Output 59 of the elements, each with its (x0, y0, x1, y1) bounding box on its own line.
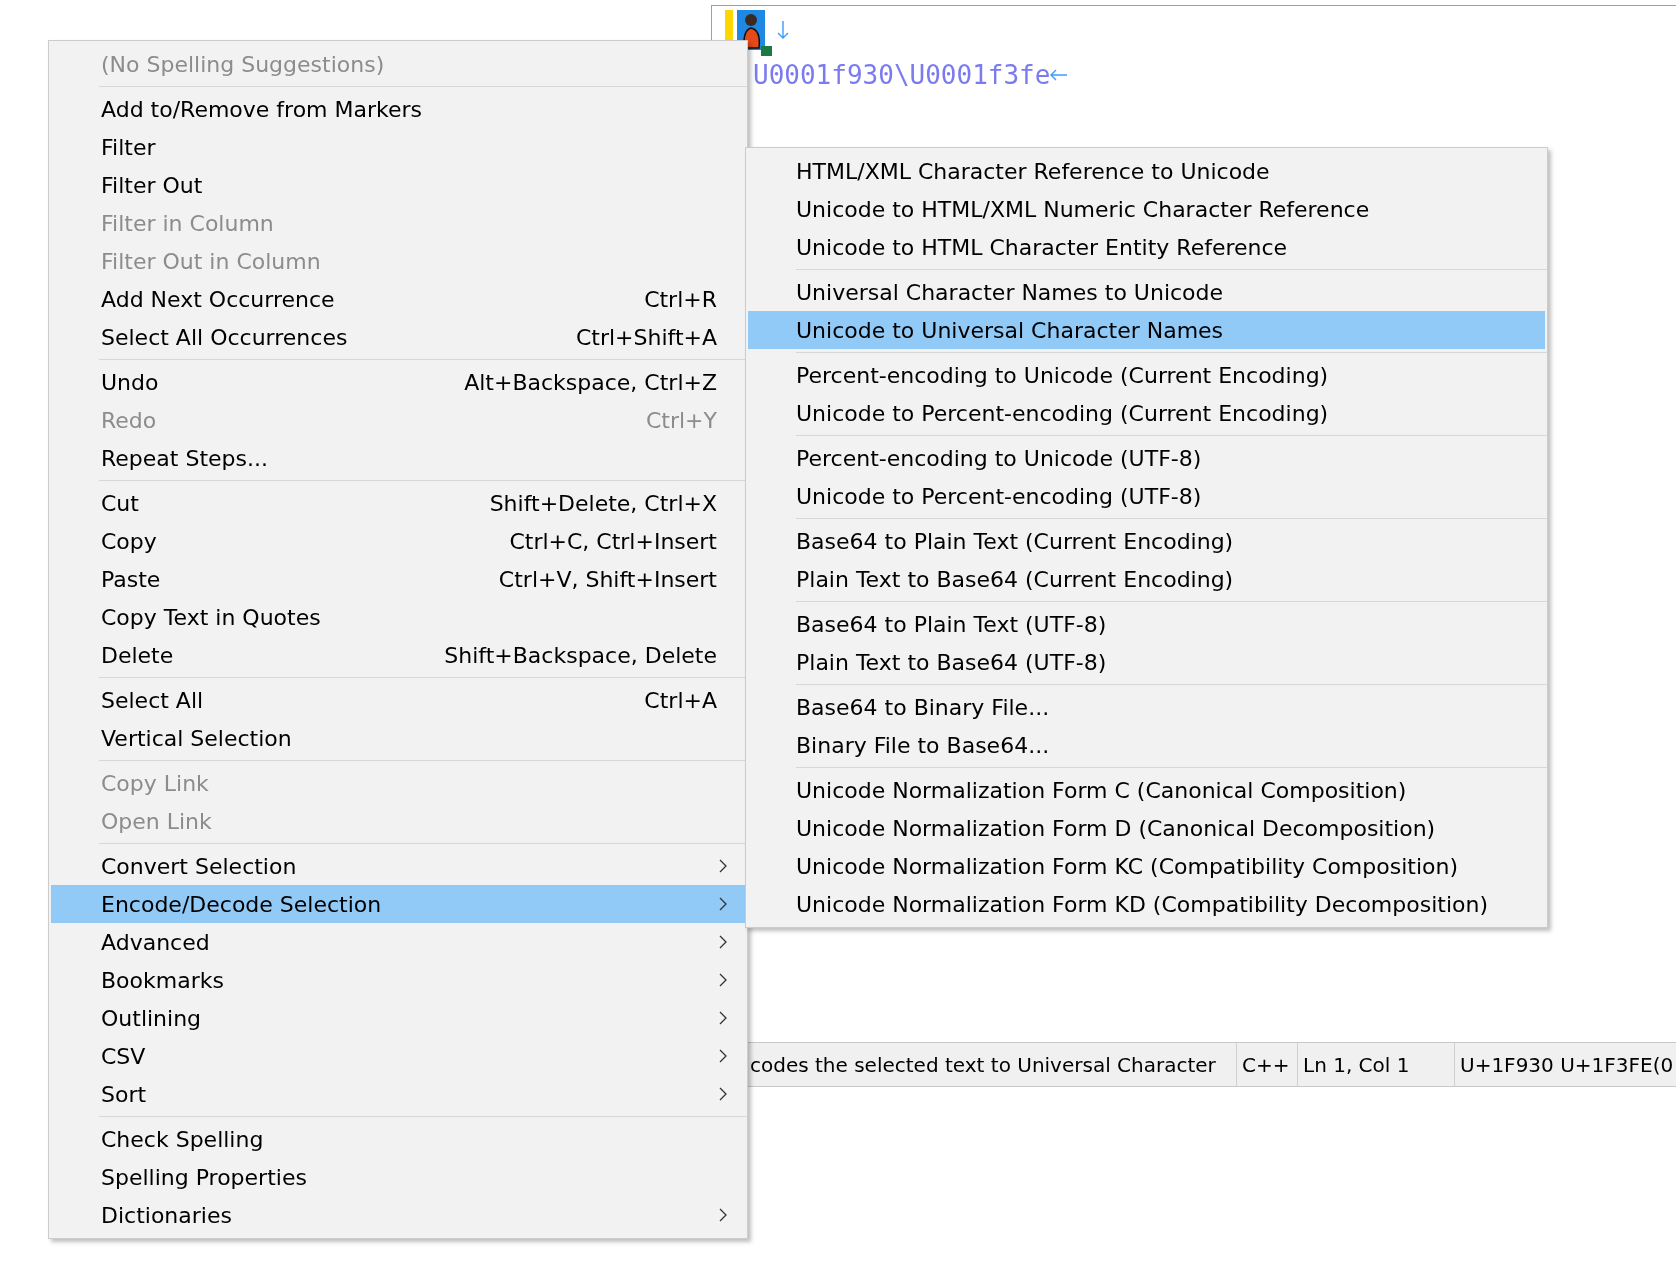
menu-item[interactable]: Unicode Normalization Form KD (Compatibility Decomposition) (748, 885, 1545, 923)
menu-item[interactable]: Convert Selection (51, 847, 745, 885)
menu-item[interactable]: Percent-encoding to Unicode (Current Encoding) (748, 356, 1545, 394)
menu-item[interactable]: Delete Shift+Backspace, Delete (51, 636, 745, 674)
menu-item[interactable]: Unicode to Percent-encoding (Current Encoding) (748, 394, 1545, 432)
menu-item[interactable]: Copy Text in Quotes (51, 598, 745, 636)
status-text: U+1F930 U+1F3FE(0 (1460, 1051, 1674, 1079)
menu-item[interactable]: Repeat Steps... (51, 439, 745, 477)
chevron-right-icon (719, 1011, 727, 1025)
menu-item[interactable]: Cut Shift+Delete, Ctrl+X (51, 484, 745, 522)
menu-item[interactable]: Binary File to Base64... (748, 726, 1545, 764)
menu-item[interactable]: Unicode to Percent-encoding (UTF-8) (748, 477, 1545, 515)
menu-item[interactable]: Add to/Remove from Markers (51, 90, 745, 128)
menu-item[interactable]: Filter Out (51, 166, 745, 204)
menu-item[interactable]: Percent-encoding to Unicode (UTF-8) (748, 439, 1545, 477)
menu-item[interactable]: HTML/XML Character Reference to Unicode (748, 152, 1545, 190)
menu-item[interactable]: Check Spelling (51, 1120, 745, 1158)
status-text: Ln 1, Col 1 (1303, 1051, 1410, 1079)
chevron-right-icon (719, 973, 727, 987)
chevron-right-icon (719, 897, 727, 911)
menu-item[interactable]: Dictionaries (51, 1196, 745, 1234)
chevron-right-icon (719, 1049, 727, 1063)
menu-item[interactable]: Select All Ctrl+A (51, 681, 745, 719)
code-text: U0001f930\U0001f3fe (753, 62, 1051, 88)
menu-item[interactable]: Paste Ctrl+V, Shift+Insert (51, 560, 745, 598)
status-text: codes the selected text to Universal Character (750, 1051, 1216, 1079)
menu-item[interactable]: Undo Alt+Backspace, Ctrl+Z (51, 363, 745, 401)
menu-item[interactable]: Select All Occurrences Ctrl+Shift+A (51, 318, 745, 356)
menu-item[interactable]: Add Next Occurrence Ctrl+R (51, 280, 745, 318)
menu-item[interactable]: Advanced (51, 923, 745, 961)
menu-item[interactable]: Unicode Normalization Form C (Canonical Composition) (748, 771, 1545, 809)
menu-item[interactable]: Copy Ctrl+C, Ctrl+Insert (51, 522, 745, 560)
chevron-right-icon (719, 1208, 727, 1222)
status-text: C++ (1242, 1051, 1290, 1079)
menu-item[interactable]: Unicode to Universal Character Names (748, 311, 1545, 349)
menu-item[interactable]: Unicode to HTML Character Entity Reference (748, 228, 1545, 266)
marker-bar (725, 10, 733, 40)
menu-item[interactable]: Unicode Normalization Form KC (Compatibility Composition) (748, 847, 1545, 885)
left-arrow-icon (1050, 69, 1069, 81)
chevron-right-icon (719, 1087, 727, 1101)
menu-item[interactable]: Plain Text to Base64 (UTF-8) (748, 643, 1545, 681)
chevron-right-icon (719, 935, 727, 949)
menu-item[interactable]: Vertical Selection (51, 719, 745, 757)
menu-item[interactable]: Bookmarks (51, 961, 745, 999)
down-arrow-icon (777, 20, 789, 40)
menu-item[interactable]: Unicode Normalization Form D (Canonical Decomposition) (748, 809, 1545, 847)
chevron-right-icon (719, 859, 727, 873)
menu-item[interactable]: Plain Text to Base64 (Current Encoding) (748, 560, 1545, 598)
menu-item[interactable]: Base64 to Plain Text (Current Encoding) (748, 522, 1545, 560)
menu-item[interactable]: Base64 to Plain Text (UTF-8) (748, 605, 1545, 643)
menu-item[interactable]: Universal Character Names to Unicode (748, 273, 1545, 311)
menu-item[interactable]: Spelling Properties (51, 1158, 745, 1196)
menu-item[interactable]: Base64 to Binary File... (748, 688, 1545, 726)
menu-item[interactable]: CSV (51, 1037, 745, 1075)
menu-item[interactable]: Encode/Decode Selection (51, 885, 745, 923)
menu-item[interactable]: Outlining (51, 999, 745, 1037)
menu-item[interactable]: Filter (51, 128, 745, 166)
menu-item[interactable]: Unicode to HTML/XML Numeric Character Reference (748, 190, 1545, 228)
menu-item[interactable]: Sort (51, 1075, 745, 1113)
